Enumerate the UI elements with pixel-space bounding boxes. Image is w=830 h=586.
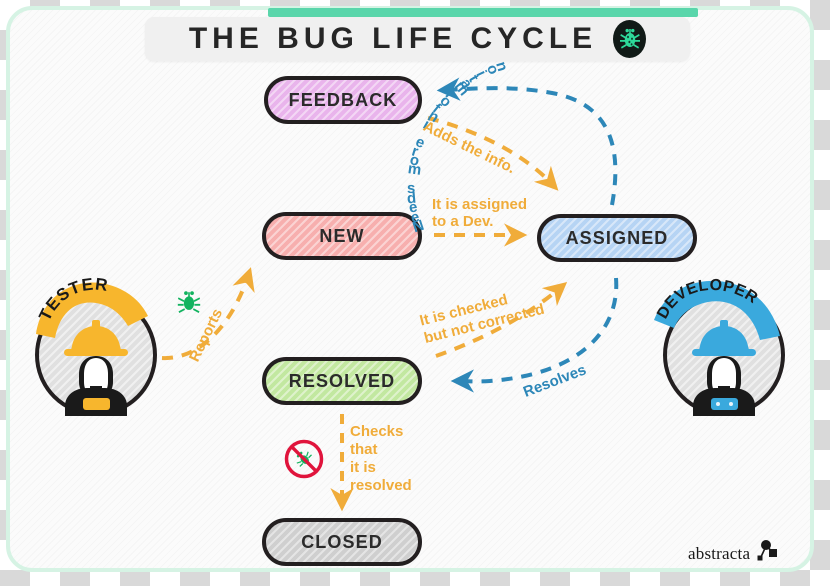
- state-box-assigned[interactable]: ASSIGNED: [537, 214, 697, 262]
- transition-label-checks-line2: that: [350, 441, 378, 458]
- state-label-assigned: ASSIGNED: [565, 227, 669, 248]
- brand-name: abstracta: [688, 544, 751, 563]
- developer-ribbon: DEVELOPER: [654, 277, 780, 340]
- transition-label-checks-line4: resolved: [350, 477, 412, 494]
- abstracta-nodes-logo: [757, 540, 778, 561]
- state-label-feedback: FEEDBACK: [288, 89, 398, 110]
- state-label-new: NEW: [319, 225, 365, 246]
- abstracta-logo: abstracta: [688, 536, 780, 564]
- state-box-new[interactable]: NEW: [262, 212, 422, 260]
- actor-tester[interactable]: TESTER: [22, 272, 172, 422]
- tester-ribbon: TESTER: [35, 275, 148, 338]
- transition-label-assigned-to-dev: It is assigned to a Dev.: [432, 196, 527, 230]
- transition-label-checks-line1: Checks: [350, 423, 404, 440]
- actor-developer[interactable]: DEVELOPER: [650, 272, 800, 422]
- infographic-stage: THE BUG LIFE CYCLE FEEDBACK NEW ASSIGNED…: [0, 0, 830, 586]
- state-box-feedback[interactable]: FEEDBACK: [264, 76, 422, 124]
- state-box-closed[interactable]: CLOSED: [262, 518, 422, 566]
- no-bug-icon: [282, 437, 326, 481]
- green-bug-icon: [175, 288, 203, 321]
- transition-label-checks-that-resolved: Checks that it is resolved: [350, 423, 412, 495]
- state-box-resolved[interactable]: RESOLVED: [262, 357, 422, 405]
- transition-label-assigned-to-dev-line2: to a Dev.: [432, 213, 494, 230]
- state-label-resolved: RESOLVED: [288, 370, 396, 391]
- transition-label-checks-line3: it is: [350, 459, 376, 476]
- transition-label-assigned-to-dev-line1: It is assigned: [432, 196, 528, 213]
- state-label-closed: CLOSED: [301, 531, 383, 552]
